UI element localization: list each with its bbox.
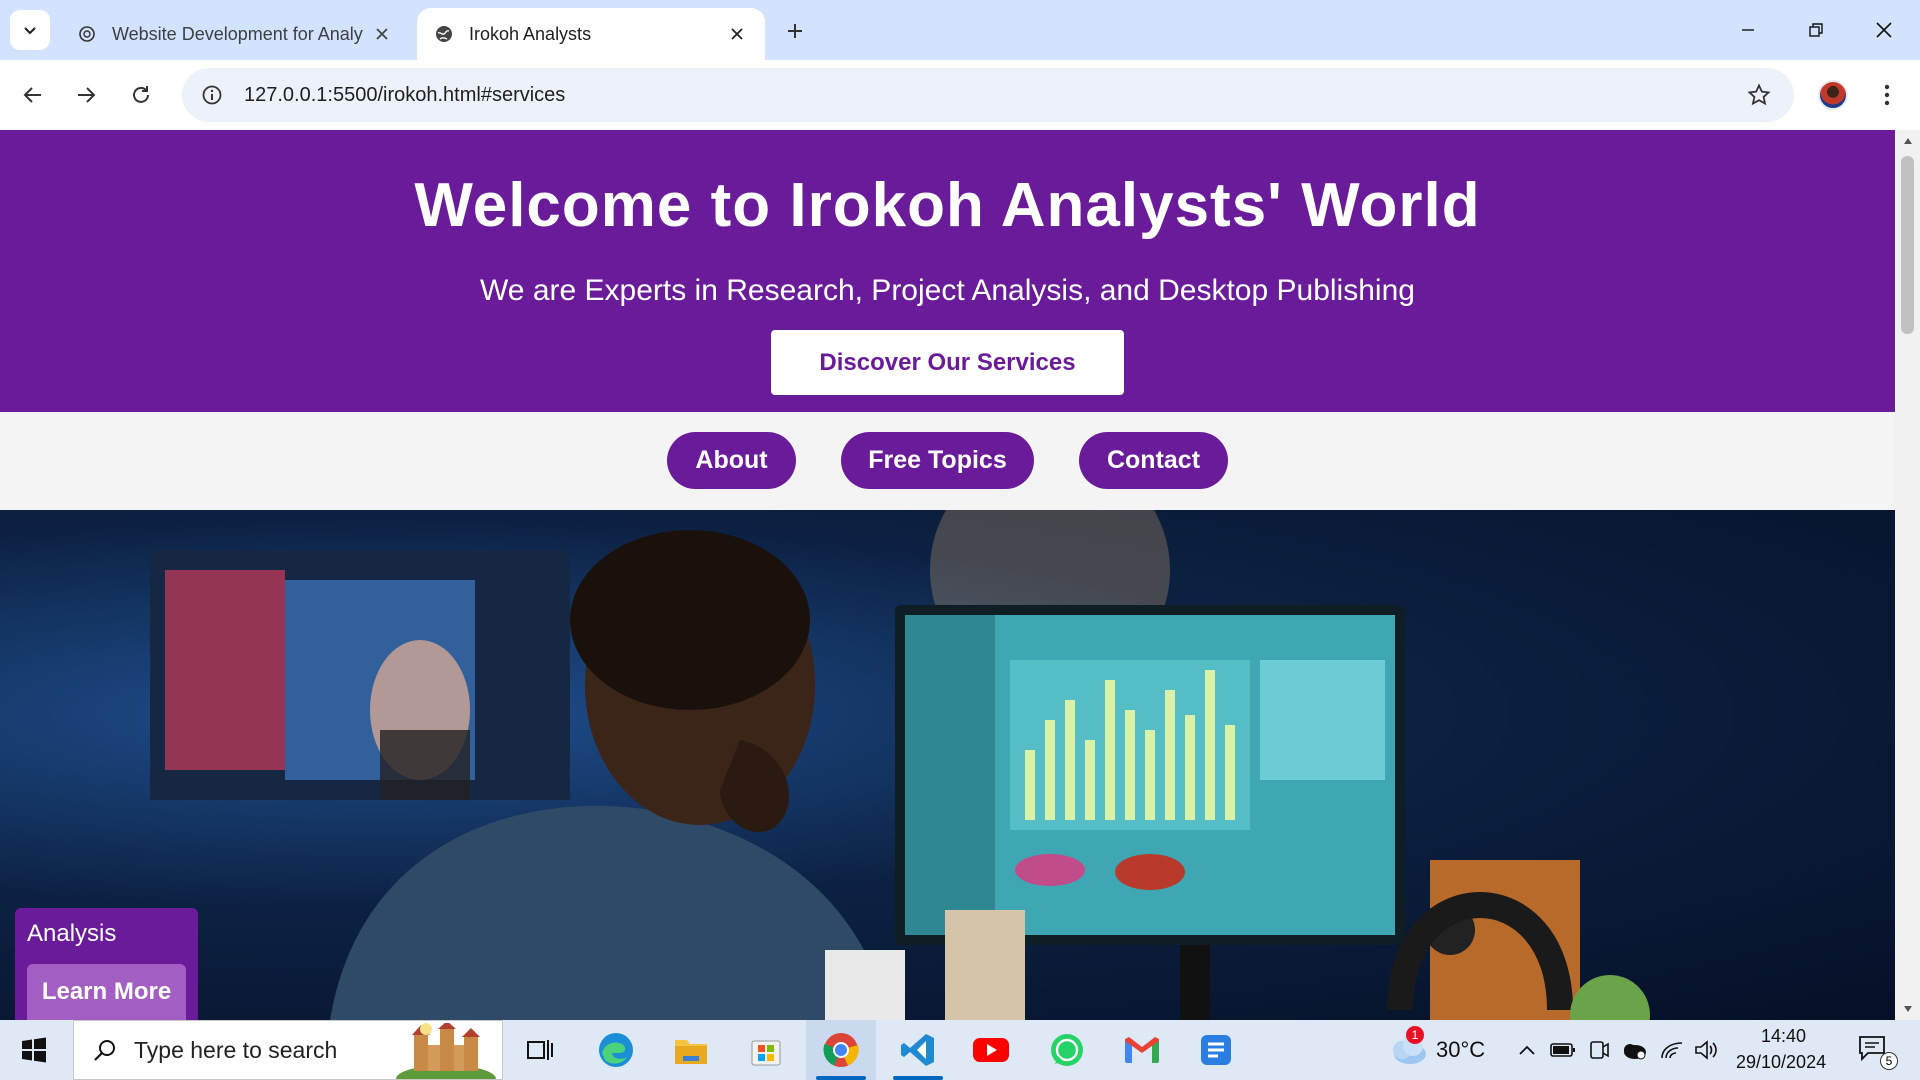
service-card-analysis: Analysis Learn More <box>15 908 198 1020</box>
edge-button[interactable] <box>593 1028 639 1072</box>
mug <box>825 950 905 1020</box>
chrome-icon <box>823 1033 859 1067</box>
chrome-button[interactable] <box>818 1028 864 1072</box>
speaker-left <box>945 910 1025 1020</box>
scroll-up-icon[interactable] <box>1901 134 1914 148</box>
task-view-button[interactable] <box>517 1028 563 1072</box>
forward-button[interactable] <box>66 75 106 115</box>
clock-time[interactable]: 14:40 <box>1761 1026 1806 1047</box>
page-viewport: Welcome to Irokoh Analysts' World We are… <box>0 130 1895 1020</box>
weather-temperature[interactable]: 30°C <box>1436 1037 1485 1063</box>
tab-search-button[interactable] <box>10 10 50 50</box>
hero-photo <box>0 510 1895 1020</box>
new-tab-button[interactable] <box>778 14 812 48</box>
folder-icon <box>675 1040 707 1064</box>
reload-button[interactable] <box>121 75 161 115</box>
main-nav: About Free Topics Contact <box>0 412 1895 510</box>
youtube-icon <box>973 1038 1009 1062</box>
task-view-icon <box>527 1040 553 1060</box>
browser-menu-button[interactable] <box>1872 80 1902 110</box>
document-app-icon <box>1201 1035 1231 1065</box>
arrow-right-icon <box>78 87 96 103</box>
minimize-button[interactable] <box>1718 8 1778 52</box>
more-vert-icon <box>1884 84 1890 106</box>
castle-illustration-icon <box>396 1023 496 1079</box>
nav-about[interactable]: About <box>667 432 796 489</box>
hero-section: Welcome to Irokoh Analysts' World We are… <box>0 130 1895 412</box>
whatsapp-icon <box>1051 1034 1083 1066</box>
learn-more-button[interactable]: Learn More <box>27 964 186 1020</box>
bookmark-star-icon[interactable] <box>1744 80 1774 110</box>
nav-contact[interactable]: Contact <box>1079 432 1228 489</box>
gmail-icon <box>1125 1037 1159 1063</box>
tv-screen <box>150 550 570 800</box>
tab-strip: Website Development for Analy Irokoh Ana… <box>0 0 1920 60</box>
whatsapp-button[interactable] <box>1044 1028 1090 1072</box>
profile-avatar[interactable] <box>1818 80 1848 110</box>
file-explorer-button[interactable] <box>668 1028 714 1072</box>
tab-website-development[interactable]: Website Development for Analy <box>60 8 410 60</box>
plus-icon <box>788 24 802 38</box>
vscode-icon <box>901 1034 934 1066</box>
address-bar[interactable]: 127.0.0.1:5500/irokoh.html#services <box>182 68 1794 122</box>
vscode-button[interactable] <box>895 1028 941 1072</box>
tab-irokoh-analysts[interactable]: Irokoh Analysts <box>417 8 765 60</box>
docs-app-button[interactable] <box>1193 1028 1239 1072</box>
service-card-title: Analysis <box>27 920 117 947</box>
start-button[interactable] <box>12 1030 56 1070</box>
close-tab-icon[interactable] <box>725 22 749 46</box>
volume-icon[interactable] <box>1693 1036 1721 1064</box>
vscode-running-indicator <box>893 1076 943 1080</box>
url-text[interactable]: 127.0.0.1:5500/irokoh.html#services <box>244 84 565 107</box>
tab-title: Website Development for Analy <box>112 23 363 44</box>
hero-title: Welcome to Irokoh Analysts' World <box>414 171 1481 240</box>
openai-icon <box>76 23 98 45</box>
clock-date[interactable]: 29/10/2024 <box>1736 1052 1826 1073</box>
battery-icon[interactable] <box>1549 1036 1577 1064</box>
weather-alert-badge: 1 <box>1406 1026 1424 1044</box>
restore-button[interactable] <box>1786 8 1846 52</box>
plant <box>1570 975 1650 1020</box>
search-placeholder: Type here to search <box>134 1036 338 1063</box>
onedrive-icon[interactable] <box>1620 1036 1648 1064</box>
edge-icon <box>599 1033 633 1067</box>
page-scrollbar[interactable] <box>1895 130 1920 1020</box>
chrome-active-indicator <box>816 1076 866 1080</box>
site-info-icon[interactable] <box>190 73 234 117</box>
microsoft-store-button[interactable] <box>743 1028 789 1072</box>
hero-subtitle: We are Experts in Research, Project Anal… <box>480 274 1415 307</box>
chevron-up-icon <box>1519 1045 1535 1055</box>
back-button[interactable] <box>13 75 53 115</box>
wifi-icon[interactable] <box>1658 1036 1686 1064</box>
youtube-button[interactable] <box>968 1028 1014 1072</box>
search-icon <box>90 1035 120 1065</box>
notification-count-badge: 5 <box>1880 1052 1898 1070</box>
taskbar-search[interactable]: Type here to search <box>73 1020 503 1080</box>
reload-icon <box>133 86 149 103</box>
meet-now-icon[interactable] <box>1585 1036 1613 1064</box>
tab-title: Irokoh Analysts <box>469 23 592 44</box>
scrollbar-thumb[interactable] <box>1901 156 1914 334</box>
nav-free-topics[interactable]: Free Topics <box>841 432 1034 489</box>
globe-icon <box>433 23 455 45</box>
tray-overflow-button[interactable] <box>1513 1036 1541 1064</box>
close-icon <box>1876 22 1892 38</box>
browser-toolbar: 127.0.0.1:5500/irokoh.html#services <box>0 60 1920 130</box>
chevron-down-icon <box>24 27 36 35</box>
gmail-button[interactable] <box>1119 1028 1165 1072</box>
store-icon <box>751 1040 781 1066</box>
discover-services-button[interactable]: Discover Our Services <box>771 330 1124 395</box>
minimize-icon <box>1742 29 1754 31</box>
windows-taskbar: Type here to search 1 30°C 14:40 29/10/2… <box>0 1020 1920 1080</box>
close-window-button[interactable] <box>1854 8 1914 52</box>
windows-icon <box>22 1037 46 1063</box>
close-tab-icon[interactable] <box>370 22 394 46</box>
restore-icon <box>1809 23 1823 37</box>
arrow-left-icon <box>23 87 41 103</box>
scroll-down-icon[interactable] <box>1901 1002 1914 1016</box>
